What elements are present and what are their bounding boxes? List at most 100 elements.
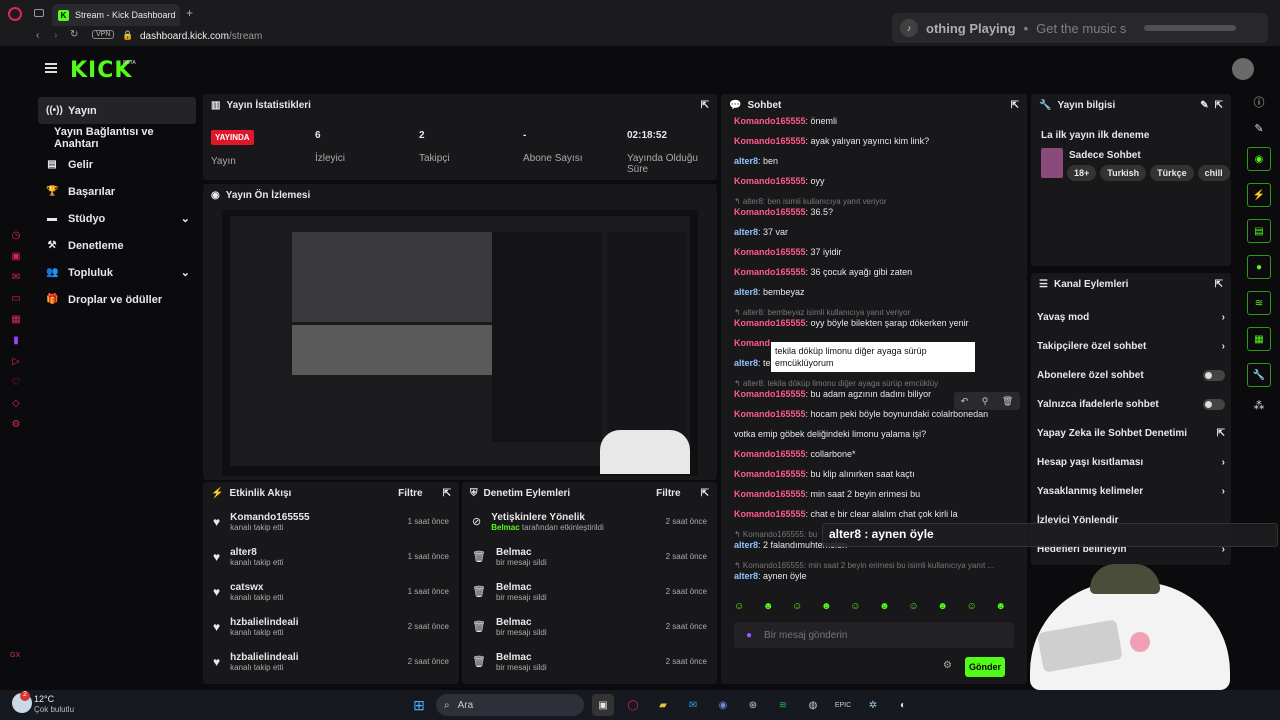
chat-username[interactable]: alter8	[734, 227, 758, 237]
mail-icon[interactable]: ✉	[682, 694, 704, 716]
sidebar-item-drops[interactable]: 🎁 Droplar ve ödüller	[38, 286, 196, 313]
camera-icon[interactable]: ◉	[1247, 147, 1271, 171]
chat-username[interactable]: Komando165555	[734, 116, 806, 126]
emote-bar[interactable]: ☺ ☻ ☺ ☻ ☺ ☻ ☺ ☻ ☺ ☻	[734, 601, 1006, 612]
tv-icon[interactable]: ▭	[11, 293, 20, 304]
task-view-icon[interactable]: ▣	[592, 694, 614, 716]
chat-message[interactable]: votka emip göbek deliğindeki limonu yala…	[734, 429, 1022, 440]
chat-username[interactable]: Komando165555	[734, 176, 806, 186]
chevron-right-icon[interactable]: ›	[1222, 312, 1225, 323]
chat-message[interactable]: ↰ Komando165555: min saat 2 beyin erimes…	[734, 560, 1022, 582]
heart-icon[interactable]: ♡	[12, 377, 21, 388]
tag[interactable]: Türkçe	[1150, 165, 1194, 181]
mail-icon[interactable]: ✉	[12, 272, 20, 283]
chat-message[interactable]: alter8: ben	[734, 156, 1022, 167]
taskbar-search[interactable]: ⌕ Ara	[436, 694, 584, 716]
activity-filter-button[interactable]: Filtre	[398, 488, 422, 499]
emote-icon[interactable]: ☺	[967, 601, 977, 612]
bolt-icon[interactable]: ⚡	[1247, 183, 1271, 207]
chat-message[interactable]: Komando165555: chat e bir clear alalım c…	[734, 509, 1022, 520]
settings-icon[interactable]: ⚙	[12, 419, 21, 430]
forward-icon[interactable]: ›	[54, 30, 57, 41]
activity-item[interactable]: ♥ Komando165555 kanalı takip etti 1 saat …	[203, 504, 459, 539]
channel-action-item[interactable]: Abonelere özel sohbet	[1031, 361, 1231, 390]
tag[interactable]: chill	[1197, 165, 1230, 181]
tag[interactable]: 18+	[1067, 165, 1097, 181]
moderation-item[interactable]: 🗑 Belmac bir mesajı sildi 2 saat önce	[462, 644, 717, 679]
chat-message[interactable]: alter8: bembeyaz	[734, 287, 1022, 298]
chat-message[interactable]: ↰ alter8: bembeyaz isimli kullanıcıya ya…	[734, 307, 1022, 329]
popout-icon[interactable]: ⇱	[1215, 100, 1223, 111]
sidebar-item-stream[interactable]: ((•)) Yayın	[38, 97, 196, 124]
file-explorer-icon[interactable]: ▰	[652, 694, 674, 716]
chat-message[interactable]: Komando165555: bu klip alınırken saat ka…	[734, 469, 1022, 480]
grid-icon[interactable]: ▦	[11, 314, 20, 325]
emote-icon[interactable]: ☻	[821, 601, 832, 612]
chat-settings-icon[interactable]: ⚙	[943, 660, 952, 671]
chat-username[interactable]: Komando165555	[734, 247, 806, 257]
chat-username[interactable]: Komando165555	[734, 136, 806, 146]
sidebar-item-studio[interactable]: ▬ Stüdyo ⌄	[38, 205, 196, 232]
chat-message[interactable]: Komando165555: hocam peki böyle boynunda…	[734, 409, 1022, 420]
chat-message[interactable]: Komando165555: 37 iyidir	[734, 247, 1022, 258]
chat-message[interactable]: ↰ alter8: ben isimli kullanıcıya yanıt v…	[734, 196, 1022, 218]
chat-input[interactable]: ●	[734, 622, 1014, 648]
moderation-item[interactable]: ⊘ Yetişkinlere Yönelik Belmac tarafından …	[462, 504, 717, 539]
activity-item[interactable]: ♥ hzbalielindeali kanalı takip etti 2 saa…	[203, 609, 459, 644]
sidebar-item-achievements[interactable]: 🏆 Başarılar	[38, 178, 196, 205]
spotify-icon[interactable]: ≋	[772, 694, 794, 716]
new-tab-icon[interactable]: +	[186, 6, 193, 20]
chat-message[interactable]: Komando165555: min saat 2 beyin erimesi …	[734, 489, 1022, 500]
external-link-icon[interactable]: ⇱	[1217, 428, 1225, 439]
media-progress[interactable]	[1144, 25, 1237, 31]
popout-icon[interactable]: ⇱	[443, 488, 451, 499]
steam-icon[interactable]: ⊛	[742, 694, 764, 716]
vpn-badge[interactable]: VPN	[92, 30, 115, 39]
chat-username[interactable]: Komando165555	[734, 409, 806, 419]
popout-icon[interactable]: ⇱	[1011, 100, 1019, 111]
toggle-switch[interactable]	[1203, 399, 1225, 410]
apps-icon[interactable]: ⁂	[1254, 399, 1265, 412]
chat-username[interactable]: Komando165555	[734, 318, 806, 328]
edit-icon[interactable]: ✎	[1200, 100, 1208, 111]
info-icon[interactable]: ⓘ	[1254, 94, 1265, 110]
back-icon[interactable]: ‹	[36, 30, 39, 41]
opera-gx-icon[interactable]: ◯	[622, 694, 644, 716]
microphone-icon[interactable]: ●	[746, 630, 752, 641]
bag-icon[interactable]: ▣	[11, 251, 20, 262]
sidebar-item-stream-key[interactable]: Yayın Bağlantısı ve Anahtarı	[38, 124, 196, 151]
chat-username[interactable]: alter8	[734, 540, 758, 550]
chat-message-field[interactable]	[764, 629, 985, 641]
sidebar-item-moderation[interactable]: ⚒ Denetleme	[38, 232, 196, 259]
moderation-item[interactable]: 🗑 Belmac bir mesajı sildi 2 saat önce	[462, 609, 717, 644]
twitch-icon[interactable]: ▮	[13, 335, 19, 346]
channel-action-item[interactable]: Yasaklanmış kelimeler ›	[1031, 477, 1231, 506]
cube-icon[interactable]: ◇	[12, 398, 20, 409]
wrench-icon[interactable]: 🔧	[1247, 363, 1271, 387]
sidebar-item-revenue[interactable]: ▤ Gelir	[38, 151, 196, 178]
opera-logo-icon[interactable]	[8, 7, 22, 21]
send-button[interactable]: Gönder	[965, 657, 1005, 677]
emote-icon[interactable]: ☻	[995, 601, 1006, 612]
channel-action-item[interactable]: Takipçilere özel sohbet ›	[1031, 332, 1231, 361]
chat-username[interactable]: alter8	[734, 358, 758, 368]
edit-icon[interactable]: ✎	[1254, 122, 1263, 135]
emote-icon[interactable]: ☻	[937, 601, 948, 612]
popout-icon[interactable]: ⇱	[1215, 279, 1223, 290]
chat-icon[interactable]: ●	[1247, 255, 1271, 279]
popout-icon[interactable]: ⇱	[701, 488, 709, 499]
chat-username[interactable]: alter8	[734, 156, 758, 166]
tab-list-icon[interactable]	[34, 9, 44, 17]
moderation-item[interactable]: 🗑 Belmac bir mesajı sildi 2 saat önce	[462, 574, 717, 609]
chat-username[interactable]: Komando165555	[734, 267, 806, 277]
emote-icon[interactable]: ☺	[908, 601, 918, 612]
obs-icon[interactable]: ◐	[892, 694, 914, 716]
storage-icon[interactable]: ▦	[1247, 327, 1271, 351]
trash-icon[interactable]: 🗑	[1002, 396, 1013, 407]
popout-icon[interactable]: ⇱	[701, 100, 709, 111]
chat-message[interactable]: Komando165555: oyy	[734, 176, 1022, 187]
browser-icon[interactable]: ◍	[802, 694, 824, 716]
chat-message[interactable]: Komando165555: 36 çocuk ayağı gibi zaten	[734, 267, 1022, 278]
preview-video[interactable]	[222, 210, 698, 476]
channel-action-item[interactable]: Yavaş mod ›	[1031, 303, 1231, 332]
